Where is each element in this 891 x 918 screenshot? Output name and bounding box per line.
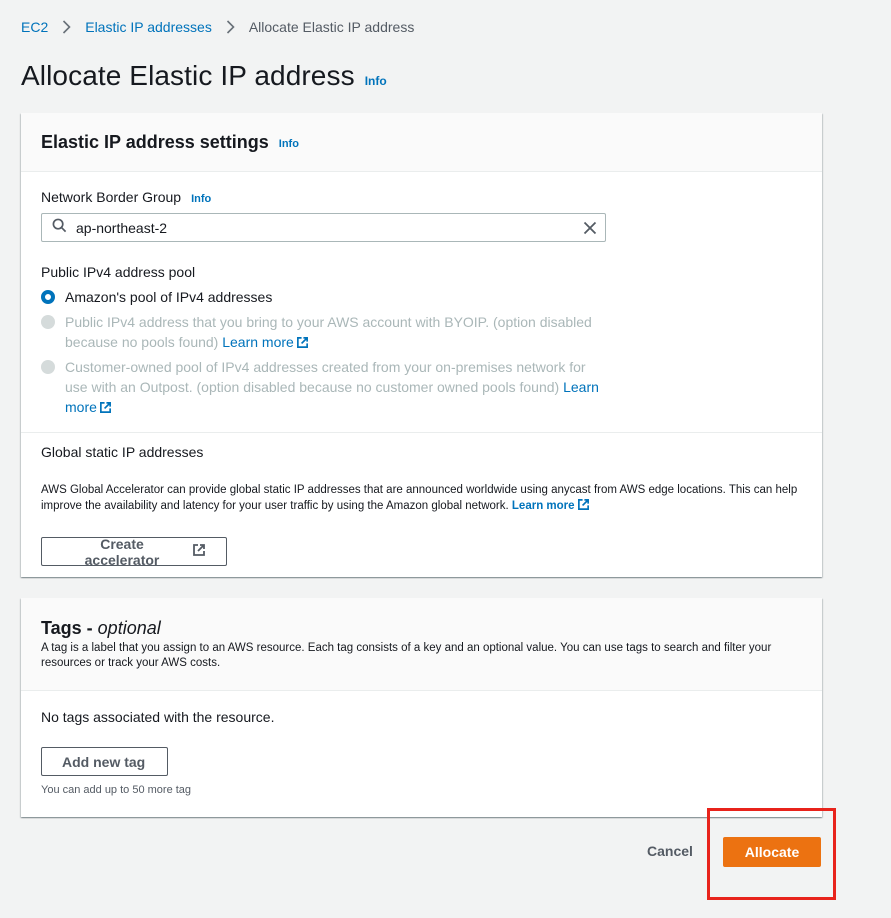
radio-customer-owned-label: Customer-owned pool of IPv4 addresses cr…: [65, 357, 605, 419]
chevron-right-icon: [226, 20, 235, 34]
tags-panel: Tags - optional A tag is a label that yo…: [21, 598, 822, 817]
breadcrumb-elastic-ip-addresses[interactable]: Elastic IP addresses: [85, 19, 212, 35]
clear-icon[interactable]: [575, 214, 605, 241]
address-pool-label: Public IPv4 address pool: [41, 264, 196, 280]
settings-info-link[interactable]: Info: [279, 138, 299, 150]
tags-title-optional: optional: [97, 618, 161, 638]
elastic-ip-settings-panel: Elastic IP address settings Info Network…: [21, 113, 822, 577]
external-link-icon: [577, 498, 590, 516]
search-icon: [52, 218, 67, 238]
radio-button-disabled: [41, 360, 55, 374]
radio-customer-owned-text: Customer-owned pool of IPv4 addresses cr…: [65, 359, 586, 395]
network-border-group-label-text: Network Border Group: [41, 189, 182, 205]
radio-button-disabled: [41, 315, 55, 329]
global-static-label: Global static IP addresses: [41, 444, 204, 460]
radio-amazon-pool[interactable]: Amazon's pool of IPv4 addresses: [41, 287, 605, 307]
external-link-icon: [192, 543, 206, 560]
global-accelerator-learn-more-link[interactable]: Learn more: [512, 500, 575, 512]
byoip-learn-more-link[interactable]: Learn more: [222, 334, 294, 350]
add-new-tag-button[interactable]: Add new tag: [41, 747, 168, 776]
radio-customer-owned-pool: Customer-owned pool of IPv4 addresses cr…: [41, 357, 605, 419]
network-border-group-label: Network Border Group Info: [41, 189, 211, 205]
external-link-icon: [99, 399, 112, 419]
create-accelerator-button[interactable]: Create accelerator: [41, 535, 227, 568]
network-border-group-search[interactable]: ap-northeast-2: [41, 213, 606, 242]
global-static-description: AWS Global Accelerator can provide globa…: [41, 482, 806, 516]
radio-amazon-pool-label: Amazon's pool of IPv4 addresses: [65, 289, 273, 305]
breadcrumb: EC2 Elastic IP addresses Allocate Elasti…: [21, 18, 414, 36]
tags-description: A tag is a label that you assign to an A…: [41, 642, 772, 669]
tags-title-text: Tags -: [41, 618, 98, 638]
radio-button-checked[interactable]: [41, 290, 55, 304]
cancel-button[interactable]: Cancel: [647, 843, 693, 859]
page-info-link[interactable]: Info: [365, 74, 387, 88]
network-border-group-value: ap-northeast-2: [76, 219, 168, 236]
radio-byoip-text: Public IPv4 address that you bring to yo…: [65, 314, 592, 350]
settings-panel-title: Elastic IP address settings: [41, 131, 269, 152]
external-link-icon: [296, 334, 309, 354]
tags-panel-header: Tags - optional A tag is a label that yo…: [21, 598, 822, 691]
page-title: Allocate Elastic IP address: [21, 60, 355, 91]
breadcrumb-current: Allocate Elastic IP address: [248, 19, 415, 35]
radio-byoip-label: Public IPv4 address that you bring to yo…: [65, 312, 605, 354]
no-tags-message: No tags associated with the resource.: [41, 709, 275, 725]
settings-panel-header: Elastic IP address settings Info: [21, 113, 822, 172]
create-accelerator-label: Create accelerator: [84, 535, 160, 568]
radio-byoip-pool: Public IPv4 address that you bring to yo…: [41, 312, 605, 354]
tags-limit-hint: You can add up to 50 more tag: [41, 784, 192, 796]
global-static-description-text: AWS Global Accelerator can provide globa…: [41, 484, 798, 512]
tags-panel-title: Tags - optional: [41, 618, 802, 639]
divider: [21, 432, 822, 433]
add-new-tag-label: Add new tag: [62, 753, 146, 770]
breadcrumb-ec2[interactable]: EC2: [21, 19, 48, 35]
allocate-button[interactable]: Allocate: [723, 837, 821, 867]
page-header: Allocate Elastic IP address Info: [21, 60, 387, 92]
chevron-right-icon: [62, 20, 71, 34]
network-border-group-info-link[interactable]: Info: [191, 193, 211, 205]
